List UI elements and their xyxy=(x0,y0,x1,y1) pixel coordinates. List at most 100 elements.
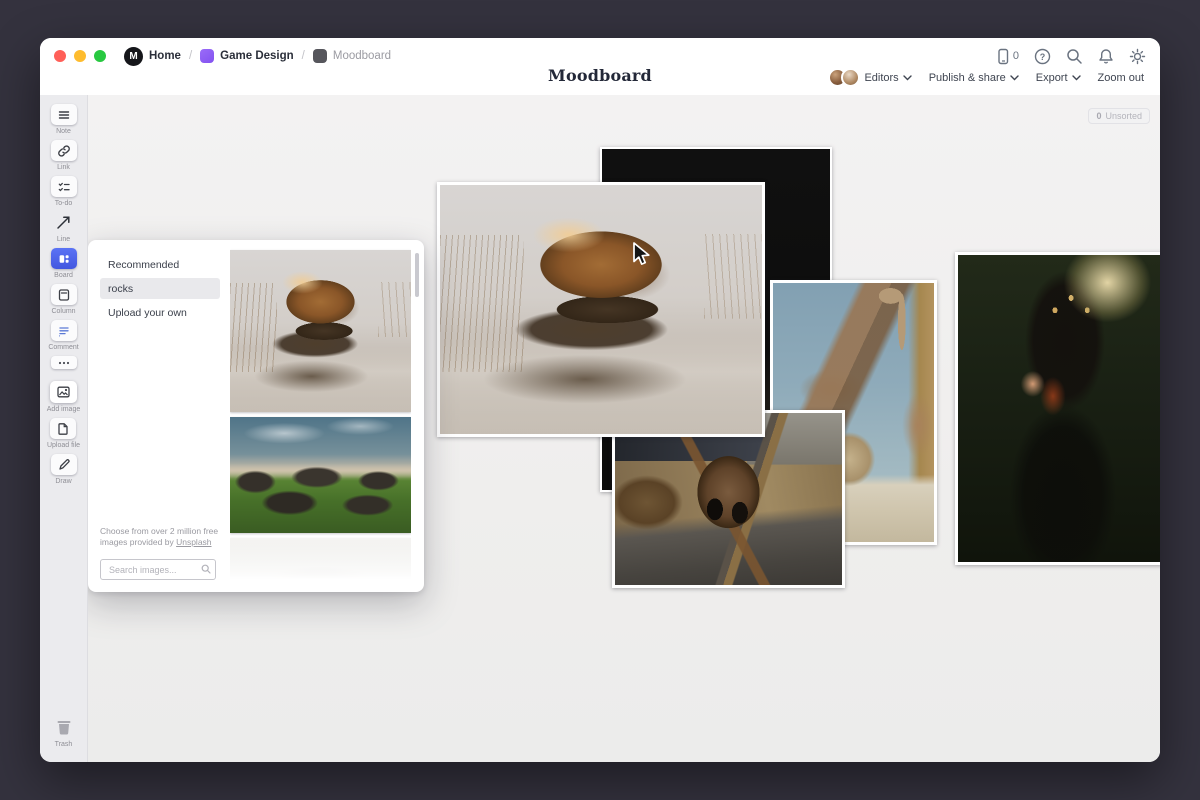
publish-share-button[interactable]: Publish & share xyxy=(929,72,1019,84)
export-button[interactable]: Export xyxy=(1036,72,1081,84)
maximize-button[interactable] xyxy=(94,50,106,62)
sidebar-item-note[interactable]: Note xyxy=(51,104,77,135)
breadcrumb-home[interactable]: M Home xyxy=(124,47,181,66)
tool-label: Column xyxy=(51,308,75,315)
zoom-out-button[interactable]: Zoom out xyxy=(1098,72,1144,84)
unsorted-count: 0 xyxy=(1096,111,1101,121)
menu-item-rocks[interactable]: rocks xyxy=(100,278,220,299)
device-count: 0 xyxy=(1013,50,1019,62)
breadcrumb-moodboard[interactable]: Moodboard xyxy=(313,49,391,63)
menu-item-recommended[interactable]: Recommended xyxy=(100,254,220,275)
phone-icon xyxy=(996,48,1010,65)
chevron-down-icon xyxy=(1010,75,1019,81)
search-icon xyxy=(201,564,211,574)
main-area: Note Link To-do Line Board Column xyxy=(40,95,1160,762)
sidebar-item-board[interactable]: Board xyxy=(51,248,77,279)
popup-scrollbar[interactable] xyxy=(415,253,419,297)
notifications-bell-icon[interactable] xyxy=(1098,48,1114,65)
editors-label: Editors xyxy=(864,72,898,84)
close-button[interactable] xyxy=(54,50,66,62)
balancing-rock-thumb xyxy=(230,250,411,412)
breadcrumb-game-design[interactable]: Game Design xyxy=(200,49,294,63)
chevron-down-icon xyxy=(903,75,912,81)
add-image-icon xyxy=(56,385,71,399)
image-result-rock[interactable] xyxy=(230,250,411,412)
zoom-out-label: Zoom out xyxy=(1098,72,1144,84)
todo-icon xyxy=(57,180,71,194)
export-label: Export xyxy=(1036,72,1068,84)
search-icon[interactable] xyxy=(1066,48,1083,65)
menu-item-label: Upload your own xyxy=(108,307,187,319)
comment-icon xyxy=(57,324,71,338)
search-images-input[interactable] xyxy=(100,559,216,580)
column-icon xyxy=(57,288,71,302)
trash-icon xyxy=(53,716,75,738)
board-icon-purple xyxy=(200,49,214,63)
tool-label: Draw xyxy=(55,478,71,485)
tool-sidebar: Note Link To-do Line Board Column xyxy=(40,95,88,762)
viking-helmet-photo xyxy=(615,413,842,585)
thumb-fade-overlay xyxy=(230,540,411,586)
unsorted-badge[interactable]: 0 Unsorted xyxy=(1088,108,1150,124)
breadcrumb-label: Home xyxy=(149,50,181,62)
tool-label: Note xyxy=(56,128,71,135)
board-icon xyxy=(57,252,71,266)
avatar xyxy=(841,68,860,87)
sidebar-item-line[interactable]: Line xyxy=(51,212,77,243)
image-search xyxy=(100,559,216,580)
unsorted-label: Unsorted xyxy=(1105,111,1142,121)
app-window: M Home / Game Design / Moodboard 0 xyxy=(40,38,1160,762)
trash-dropzone[interactable]: Trash xyxy=(53,716,75,748)
menu-item-upload-your-own[interactable]: Upload your own xyxy=(100,302,220,323)
tool-label: Link xyxy=(57,164,70,171)
feather-headdress-woman-photo xyxy=(958,255,1160,562)
more-tools-button[interactable] xyxy=(51,356,77,369)
breadcrumb-label: Game Design xyxy=(220,50,294,62)
tool-label: Comment xyxy=(48,344,78,351)
tool-label: Add image xyxy=(47,406,80,413)
app-header: M Home / Game Design / Moodboard 0 xyxy=(40,38,1160,95)
menu-item-label: Recommended xyxy=(108,259,179,271)
upload-file-icon xyxy=(56,422,70,436)
boulder-field-thumb xyxy=(230,417,411,533)
balancing-rock-photo xyxy=(440,185,762,434)
breadcrumb-separator: / xyxy=(302,50,305,62)
traffic-lights xyxy=(54,50,106,62)
editors-dropdown[interactable]: Editors xyxy=(828,68,911,87)
sidebar-item-link[interactable]: Link xyxy=(51,140,77,171)
popup-menu: Recommended rocks Upload your own xyxy=(100,254,220,326)
image-result-boulder-field[interactable] xyxy=(230,417,411,533)
canvas-image-woman[interactable] xyxy=(955,252,1160,565)
minimize-button[interactable] xyxy=(74,50,86,62)
svg-text:?: ? xyxy=(1040,52,1046,62)
device-sync-button[interactable]: 0 xyxy=(996,48,1019,65)
sidebar-item-draw[interactable]: Draw xyxy=(51,454,77,485)
titlebar: M Home / Game Design / Moodboard 0 xyxy=(54,45,1146,67)
tool-label: To-do xyxy=(55,200,73,207)
menu-item-label: rocks xyxy=(108,283,133,295)
header-actions: Editors Publish & share Export Zoom out xyxy=(828,68,1144,87)
help-icon[interactable]: ? xyxy=(1034,48,1051,65)
sidebar-item-column[interactable]: Column xyxy=(51,284,77,315)
board-canvas[interactable]: 0 Unsorted xyxy=(88,95,1160,762)
unsplash-link[interactable]: Unsplash xyxy=(176,537,211,547)
more-dots-icon xyxy=(57,360,71,366)
popup-footer-text: Choose from over 2 million free images p… xyxy=(100,526,226,548)
sidebar-item-comment[interactable]: Comment xyxy=(48,320,78,351)
titlebar-actions: 0 ? xyxy=(996,48,1146,65)
sidebar-item-upload-file[interactable]: Upload file xyxy=(47,418,80,449)
note-icon xyxy=(57,108,71,122)
settings-gear-icon[interactable] xyxy=(1129,48,1146,65)
breadcrumb: M Home / Game Design / Moodboard xyxy=(124,47,391,66)
link-icon xyxy=(57,144,71,158)
tool-label: Line xyxy=(57,236,70,243)
breadcrumb-separator: / xyxy=(189,50,192,62)
line-arrow-icon xyxy=(55,214,72,231)
board-icon-gray xyxy=(313,49,327,63)
canvas-image-rock[interactable] xyxy=(437,182,765,437)
chevron-down-icon xyxy=(1072,75,1081,81)
publish-share-label: Publish & share xyxy=(929,72,1006,84)
tool-label: Upload file xyxy=(47,442,80,449)
sidebar-item-add-image[interactable]: Add image xyxy=(47,381,80,413)
sidebar-item-todo[interactable]: To-do xyxy=(51,176,77,207)
